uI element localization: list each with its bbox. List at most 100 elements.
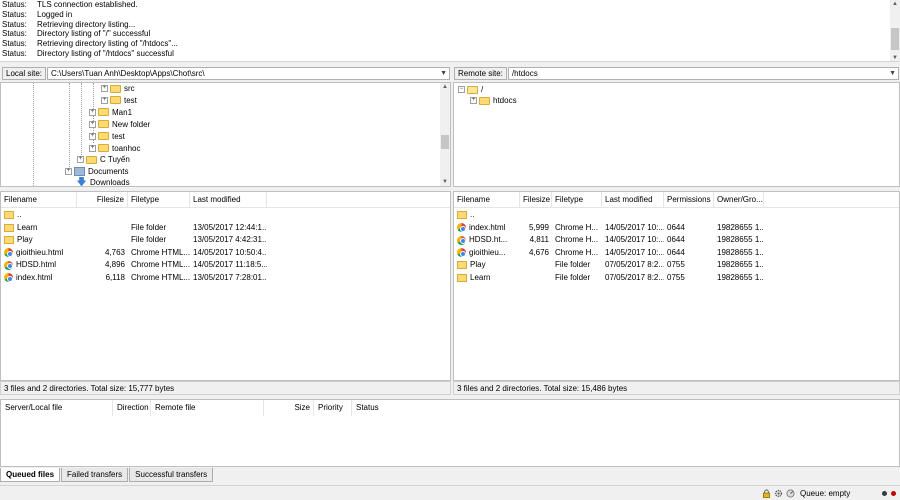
file-row[interactable]: Play File folder 13/05/2017 4:42:31... [1,234,450,247]
tree-node-c-tuyen[interactable]: + C Tuyến [77,154,130,165]
cell-size: 4,811 [529,235,549,244]
log-kind: Status: [2,9,27,19]
status-bar: Queue: empty [0,485,900,500]
chevron-down-icon[interactable]: ▼ [440,68,447,80]
file-row[interactable]: Learn File folder 07/05/2017 8:2... 0755 198… [454,272,899,285]
file-row[interactable]: .. [454,209,899,222]
column-filename[interactable]: Filename [1,192,77,208]
cell-size: 4,896 [104,260,125,269]
collapse-icon[interactable]: − [458,86,465,93]
cell-name: Learn [1,222,77,235]
file-row[interactable]: HDSD.ht... 4,811 Chrome H... 14/05/2017 10:… [454,234,899,247]
expand-icon[interactable]: + [101,85,108,92]
file-name: Learn [470,272,491,282]
file-row[interactable]: HDSD.html 4,896 Chrome HTML... 14/05/2017 1… [1,259,450,272]
scroll-up-icon[interactable]: ▲ [440,83,450,91]
column-filename[interactable]: Filename [454,192,520,208]
log-line: Status: Directory listing of "/" successf… [0,29,900,39]
tree-node-documents[interactable]: + Documents [65,166,128,177]
column-filesize[interactable]: Filesize [520,192,552,208]
tab-failed-transfers[interactable]: Failed transfers [61,468,129,482]
scroll-down-icon[interactable]: ▼ [440,178,450,186]
cell-modified: 14/05/2017 10:... [605,247,664,257]
cell-owner: 19828655 1... [717,235,764,244]
file-row[interactable]: gioithieu.html 4,763 Chrome HTML... 14/05/2… [1,247,450,260]
column-direction[interactable]: Direction [113,400,151,416]
lamp-off-icon [882,491,887,496]
column-priority[interactable]: Priority [314,400,352,416]
expand-icon[interactable]: + [101,96,108,104]
local-directory-tree[interactable]: + src + test + Man1 + New folder + test … [0,82,451,187]
column-filetype[interactable]: Filetype [128,192,190,208]
cell-modified: 13/05/2017 4:42:31... [193,235,267,244]
log-kind: Status: [2,0,27,9]
file-row[interactable]: .. [1,209,450,222]
chevron-down-icon[interactable]: ▼ [889,68,896,80]
tree-node-new-folder[interactable]: + New folder [89,119,150,130]
local-file-list[interactable]: Filename Filesize Filetype Last modified… [0,191,451,381]
expand-icon[interactable]: + [89,108,96,116]
local-path-input[interactable]: C:\Users\Tuan Anh\Desktop\Apps\Chot\src\… [47,67,450,80]
cell-type: Chrome HTML... [131,247,190,257]
file-row[interactable]: index.html 5,999 Chrome H... 14/05/2017 10:… [454,222,899,235]
expand-icon[interactable]: + [65,168,72,175]
column-permissions[interactable]: Permissions [664,192,714,208]
gear-icon[interactable] [774,489,783,498]
file-row[interactable]: gioithieu... 4,676 Chrome H... 14/05/2017 1… [454,247,899,260]
scroll-thumb[interactable] [441,135,449,149]
file-row[interactable]: index.html 6,118 Chrome HTML... 13/05/2017 … [1,272,450,285]
tree-node-test[interactable]: + test [101,95,137,106]
scroll-down-icon[interactable]: ▼ [890,54,900,61]
cell-owner [714,209,764,222]
tree-node-toanhoc[interactable]: + toanhoc [89,143,140,154]
cell-modified: 14/05/2017 10:... [605,222,664,232]
column-owner-group[interactable]: Owner/Gro... [714,192,764,208]
expand-icon[interactable]: + [89,132,96,140]
expand-icon[interactable]: + [89,120,96,128]
tree-node-downloads[interactable]: 🡇 Downloads [65,177,129,187]
cell-name: gioithieu.html [1,247,77,260]
log-text: Retrieving directory listing... [37,19,136,29]
tab-successful-transfers[interactable]: Successful transfers [129,468,214,482]
lock-icon[interactable] [762,489,771,498]
column-last-modified[interactable]: Last modified [190,192,267,208]
column-filesize[interactable]: Filesize [77,192,128,208]
expand-icon[interactable]: + [77,156,84,163]
cell-perm: 0755 [667,272,685,282]
expand-icon[interactable]: + [89,144,96,152]
local-path-value: C:\Users\Tuan Anh\Desktop\Apps\Chot\src\ [51,69,205,78]
local-tree-scrollbar[interactable]: ▲ ▼ [440,83,450,186]
message-log-lines: Status: TLS connection established. Status… [0,0,900,59]
download-icon: 🡇 [76,177,87,187]
tab-queued-files[interactable]: Queued files [0,468,61,482]
tree-node-test-2[interactable]: + test [89,131,125,142]
transfer-queue[interactable]: Server/Local file Direction Remote file … [0,399,900,467]
expand-icon[interactable]: + [470,97,477,104]
tree-node-src[interactable]: + src [101,83,135,94]
message-log[interactable]: Status: TLS connection established. Status… [0,0,900,62]
tree-node-label: Documents [88,167,129,176]
tree-node-htdocs[interactable]: + htdocs [470,95,517,106]
file-row[interactable]: Play File folder 07/05/2017 8:2... 0755 1982… [454,259,899,272]
scroll-thumb[interactable] [891,28,899,50]
local-site-bar: Local site: C:\Users\Tuan Anh\Desktop\Ap… [2,66,450,81]
remote-path-input[interactable]: /htdocs ▼ [507,67,899,80]
column-server-local-file[interactable]: Server/Local file [1,400,113,416]
log-kind: Status: [2,29,27,39]
speed-limit-icon[interactable] [786,489,795,498]
cell-perm [664,209,714,222]
log-line: Status: Logged in [0,10,900,20]
remote-directory-tree[interactable]: − / + htdocs [453,82,900,187]
message-log-scrollbar[interactable]: ▲ ▼ [890,0,900,61]
log-line: Status: Retrieving directory listing of "… [0,39,900,49]
column-remote-file[interactable]: Remote file [151,400,264,416]
scroll-up-icon[interactable]: ▲ [890,0,900,8]
tree-node-root[interactable]: − / [458,84,483,95]
column-filetype[interactable]: Filetype [552,192,602,208]
remote-file-list[interactable]: Filename Filesize Filetype Last modified… [453,191,900,381]
column-last-modified[interactable]: Last modified [602,192,664,208]
tree-node-man1[interactable]: + Man1 [89,107,132,118]
file-row[interactable]: Learn File folder 13/05/2017 12:44:1... [1,222,450,235]
column-size[interactable]: Size [264,400,314,416]
column-status[interactable]: Status [352,400,472,416]
